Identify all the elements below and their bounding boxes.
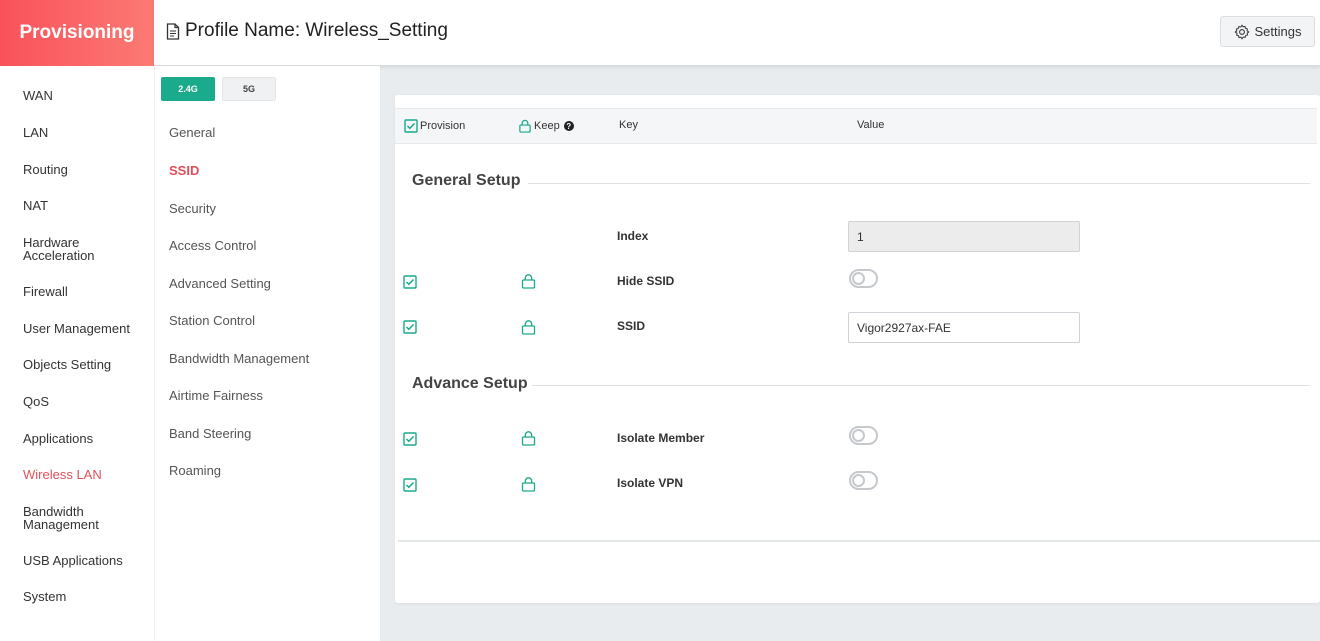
section-divider [532,385,1310,386]
tab-5g[interactable]: 5G [222,77,276,101]
column-key: Key [619,119,638,131]
key-ssid: SSID [617,319,646,333]
sub-item-airtime-fairness[interactable]: Airtime Fairness [169,388,263,403]
column-keep-label: Keep [534,120,560,132]
sub-item-advanced-setting[interactable]: Advanced Setting [169,276,271,291]
key-index: Index [617,229,649,243]
sub-item-band-steering[interactable]: Band Steering [169,426,251,441]
nav-item-wan[interactable]: WAN [23,89,53,102]
top-bar: Profile Name: Wireless_Setting Settings [154,0,1320,66]
sub-item-security[interactable]: Security [169,201,216,216]
nav-item-label-line2: Acceleration [23,248,95,263]
left-nav: WAN LAN Routing NAT Hardware Acceleratio… [0,66,154,641]
keep-lock-icon-hide-ssid[interactable] [521,273,536,289]
ssid-input[interactable]: Vigor2927ax-FAE [848,312,1080,343]
sub-item-station-control[interactable]: Station Control [169,313,255,328]
sub-item-bandwidth-management[interactable]: Bandwidth Management [169,351,309,366]
column-provision-label: Provision [420,120,466,132]
provision-checkbox-isolate-vpn[interactable] [403,478,417,492]
keep-lock-icon-isolate-vpn[interactable] [521,476,536,492]
section-divider [528,183,1310,184]
document-icon [166,22,180,40]
sub-item-access-control[interactable]: Access Control [169,238,256,253]
nav-item-usb-applications[interactable]: USB Applications [23,554,123,567]
table-header: Provision Keep ? Key Value [395,108,1317,144]
nav-item-qos[interactable]: QoS [23,395,49,408]
nav-item-objects-setting[interactable]: Objects Setting [23,358,111,371]
settings-button[interactable]: Settings [1220,16,1315,47]
column-provision: Provision [404,119,465,133]
nav-item-routing[interactable]: Routing [23,163,68,176]
checkbox-checked-icon [404,119,418,133]
hide-ssid-toggle[interactable] [849,269,878,288]
sub-item-roaming[interactable]: Roaming [169,463,221,478]
provision-checkbox-hide-ssid[interactable] [403,275,417,289]
nav-item-hardware-acceleration[interactable]: Hardware Acceleration [23,236,95,262]
nav-item-firewall[interactable]: Firewall [23,285,68,298]
nav-item-user-management[interactable]: User Management [23,322,130,335]
nav-item-bandwidth-management[interactable]: Bandwidth Management [23,505,99,531]
content-card: Provision Keep ? Key Value General Setup… [395,95,1320,603]
sub-item-ssid[interactable]: SSID [169,163,199,178]
key-isolate-member: Isolate Member [617,431,705,445]
nav-item-label-line2: Management [23,517,99,532]
section-title-general-setup: General Setup [412,172,521,189]
nav-item-applications[interactable]: Applications [23,432,93,445]
key-isolate-vpn: Isolate VPN [617,476,684,490]
brand-logo: Provisioning [0,0,154,66]
page-title: Profile Name: Wireless_Setting [166,20,448,42]
key-hide-ssid: Hide SSID [617,274,675,288]
tab-2-4g[interactable]: 2.4G [161,77,215,101]
keep-lock-icon-isolate-member[interactable] [521,430,536,446]
provision-checkbox-isolate-member[interactable] [403,432,417,446]
isolate-vpn-toggle[interactable] [849,471,878,490]
nav-item-wireless-lan[interactable]: Wireless LAN [23,468,102,481]
column-value: Value [857,119,885,131]
lock-icon [519,119,531,133]
page-title-text: Profile Name: Wireless_Setting [185,20,448,41]
help-icon[interactable]: ? [563,121,574,131]
sub-nav: 2.4G 5G General SSID Security Access Con… [154,66,380,641]
nav-item-lan[interactable]: LAN [23,126,48,139]
nav-item-nat[interactable]: NAT [23,199,48,212]
nav-item-system[interactable]: System [23,590,66,603]
section-title-advance-setup: Advance Setup [412,375,528,392]
provision-checkbox-ssid[interactable] [403,320,417,334]
column-keep: Keep ? [518,119,574,133]
card-footer-divider [398,540,1320,542]
gear-icon [1234,24,1249,39]
isolate-member-toggle[interactable] [849,426,878,445]
keep-lock-icon-ssid[interactable] [521,319,536,335]
index-field: 1 [848,221,1080,252]
settings-label: Settings [1254,24,1302,39]
sub-item-general[interactable]: General [169,125,215,140]
